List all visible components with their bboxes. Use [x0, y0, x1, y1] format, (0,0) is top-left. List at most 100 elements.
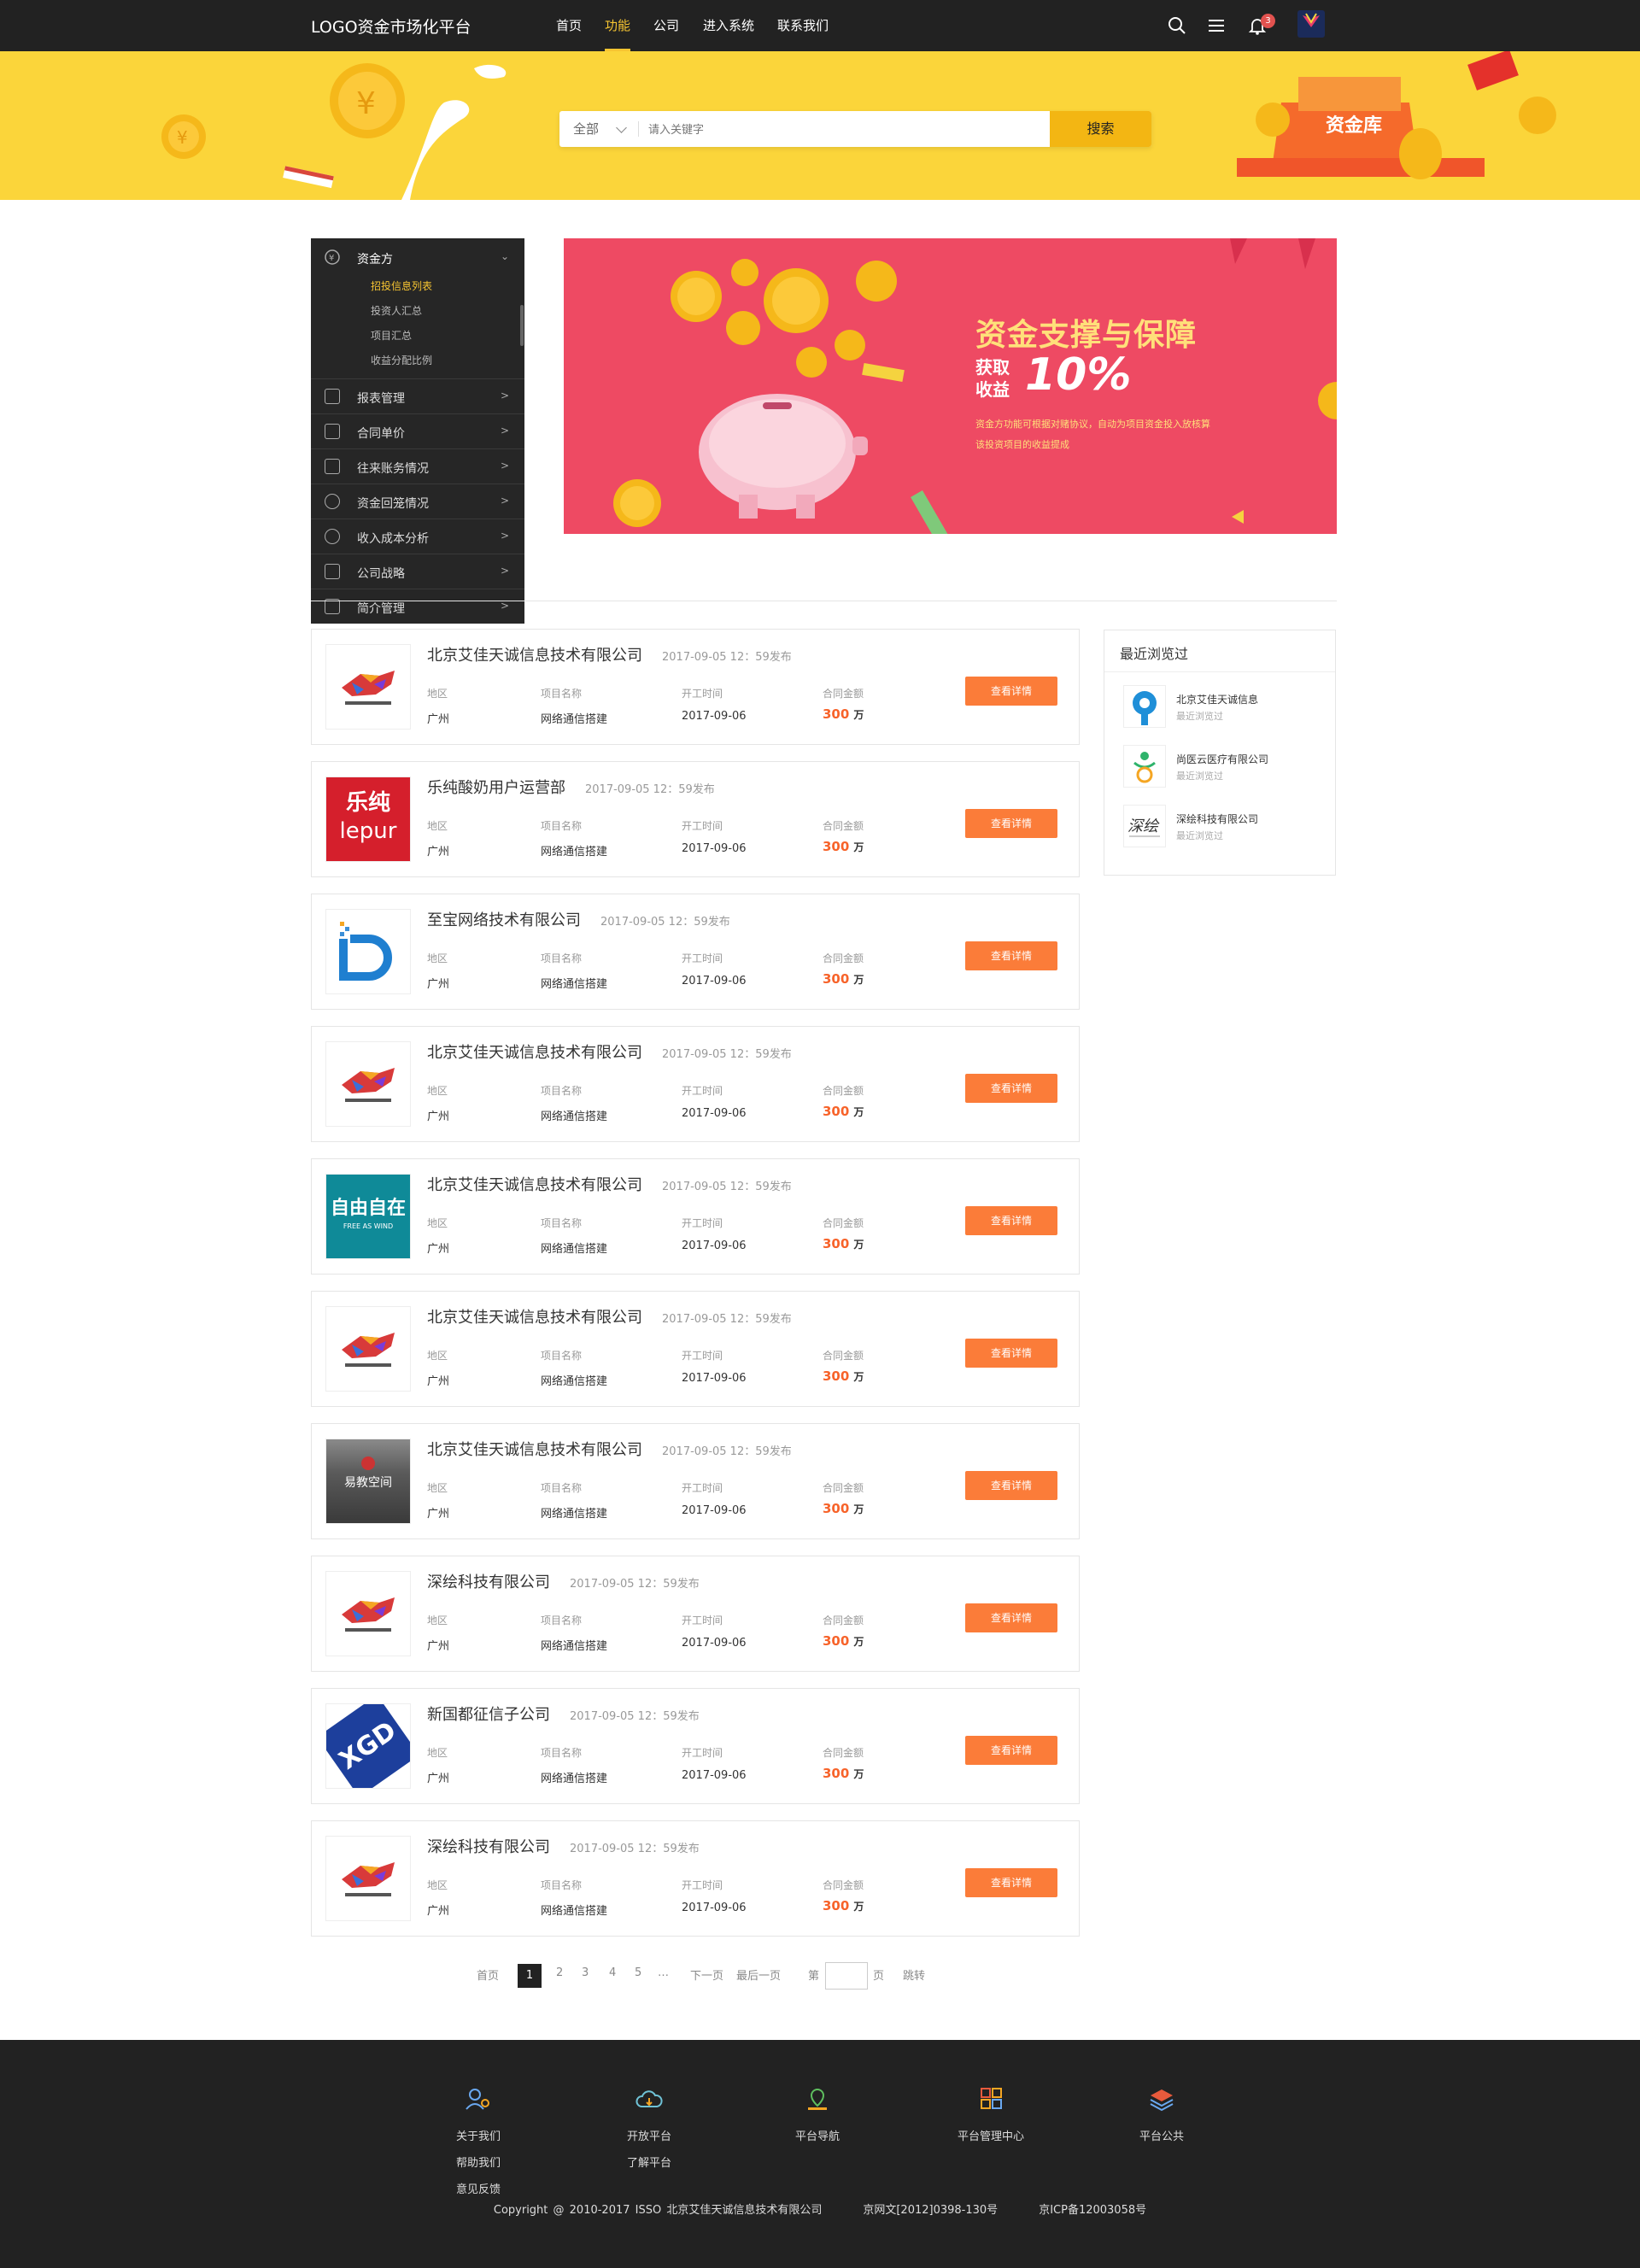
bid-card[interactable]: 易教空间 北京艾佳天诚信息技术有限公司 2017-09-05 12：59发布 地区 项目… [311, 1423, 1080, 1539]
amount-unit: 万 [853, 1503, 864, 1515]
sidebar-item-cost-analysis[interactable]: 收入成本分析 > [311, 519, 524, 554]
sidebar-item-accounts[interactable]: 往来账务情况 > [311, 448, 524, 483]
amount-label: 合同金额 [823, 820, 864, 832]
company-name[interactable]: 北京艾佳天诚信息技术有限公司 [427, 1040, 642, 1063]
footer-link[interactable]: 帮助我们 [419, 2150, 538, 2177]
sidebar-item-reports[interactable]: 报表管理 > [311, 378, 524, 413]
amount-value: 300 万 [823, 1501, 864, 1516]
bid-card[interactable]: 北京艾佳天诚信息技术有限公司 2017-09-05 12：59发布 地区 项目名称 开工… [311, 1026, 1080, 1142]
sidebar-item-contract-price[interactable]: 合同单价 > [311, 413, 524, 448]
recent-item[interactable]: 尚医云医疗有限公司 最近浏览过 [1123, 745, 1328, 793]
avatar-image [1303, 13, 1320, 27]
recent-item[interactable]: 北京艾佳天诚信息 最近浏览过 [1123, 685, 1328, 733]
nav-enter-system[interactable]: 进入系统 [703, 0, 754, 51]
footer-link[interactable]: 关于我们 [419, 2124, 538, 2150]
site-logo[interactable]: LOGO资金市场化平台 [311, 15, 472, 38]
footer-link[interactable]: 意见反馈 [419, 2177, 538, 2203]
recent-item[interactable]: 深绘 深绘科技有限公司 最近浏览过 [1123, 805, 1328, 853]
company-name[interactable]: 北京艾佳天诚信息技术有限公司 [427, 1173, 642, 1195]
bid-card[interactable]: 深绘科技有限公司 2017-09-05 12：59发布 地区 项目名称 开工时间 合同金额… [311, 1556, 1080, 1672]
page-current[interactable]: 1 [518, 1964, 542, 1988]
sidebar-item-intro[interactable]: 简介管理 > [311, 589, 524, 624]
layers-icon [1150, 2089, 1174, 2112]
view-detail-button[interactable]: 查看详情 [965, 941, 1057, 970]
bid-card[interactable]: 深绘科技有限公司 2017-09-05 12：59发布 地区 项目名称 开工时间 合同金额… [311, 1820, 1080, 1937]
view-detail-button[interactable]: 查看详情 [965, 1868, 1057, 1897]
view-detail-button[interactable]: 查看详情 [965, 677, 1057, 706]
page-next[interactable]: 下一页 [690, 1966, 723, 1983]
sidebar: ¥ 资金方 ⌄ 招投信息列表 投资人汇总 项目汇总 收益分配比例 报表管理 > 合… [311, 238, 524, 624]
page-first[interactable]: 首页 [477, 1966, 499, 1983]
region-value: 广州 [427, 1508, 450, 1521]
nav-features[interactable]: 功能 [605, 0, 631, 51]
view-detail-button[interactable]: 查看详情 [965, 1206, 1057, 1235]
page-3[interactable]: 3 [582, 1966, 589, 1979]
amount-value: 300 万 [823, 971, 864, 987]
sidebar-item-label: 资金回笼情况 [357, 497, 429, 511]
page-5[interactable]: 5 [635, 1966, 641, 1979]
search-input[interactable] [648, 111, 1050, 147]
company-name[interactable]: 深绘科技有限公司 [427, 1835, 550, 1857]
view-detail-button[interactable]: 查看详情 [965, 1736, 1057, 1765]
page-2[interactable]: 2 [556, 1966, 563, 1979]
view-detail-button[interactable]: 查看详情 [965, 1471, 1057, 1500]
avatar[interactable] [1297, 10, 1325, 38]
publish-date: 2017-09-05 12：59发布 [570, 1578, 700, 1591]
sidebar-subitem-projects[interactable]: 项目汇总 [371, 328, 412, 343]
nav-contact[interactable]: 联系我们 [777, 0, 829, 51]
menu-icon[interactable] [1204, 14, 1228, 38]
sidebar-item-funding-party[interactable]: ¥ 资金方 ⌄ [311, 238, 524, 274]
company-logo: 乐纯 lepur [325, 777, 411, 862]
sidebar-scrollbar[interactable] [520, 305, 524, 346]
bid-card[interactable]: 乐纯 lepur 乐纯酸奶用户运营部 2017-09-05 12：59发布 地区 项目名称… [311, 761, 1080, 877]
start-label: 开工时间 [682, 1747, 723, 1759]
copyright: Copyright @ 2010-2017 ISSO 北京艾佳天诚信息技术有限公… [0, 2201, 1640, 2217]
chevron-right-icon: > [500, 565, 509, 577]
company-logo [325, 644, 411, 730]
footer: 关于我们 帮助我们 意见反馈 开放平台 了解平台 平台导航 平台管理中心 平台公… [0, 2040, 1640, 2268]
view-detail-button[interactable]: 查看详情 [965, 1603, 1057, 1632]
amount-number: 300 [823, 1368, 850, 1384]
amount-label: 合同金额 [823, 1350, 864, 1362]
page-jump-button[interactable]: 跳转 [903, 1966, 925, 1983]
search-scope-select[interactable]: 全部 [573, 111, 599, 147]
nav-company[interactable]: 公司 [653, 0, 679, 51]
sidebar-subitem-bid-list[interactable]: 招投信息列表 [371, 278, 432, 293]
company-name[interactable]: 至宝网络技术有限公司 [427, 908, 581, 930]
footer-link[interactable]: 平台管理中心 [931, 2124, 1051, 2150]
bid-card[interactable]: 至宝网络技术有限公司 2017-09-05 12：59发布 地区 项目名称 开工时间 合同… [311, 894, 1080, 1010]
bid-card[interactable]: 北京艾佳天诚信息技术有限公司 2017-09-05 12：59发布 地区 项目名称 开工… [311, 1291, 1080, 1407]
sidebar-item-strategy[interactable]: 公司战略 > [311, 554, 524, 589]
footer-link[interactable]: 平台导航 [758, 2124, 877, 2150]
footer-link[interactable]: 了解平台 [589, 2150, 709, 2177]
chevron-down-icon[interactable] [616, 122, 627, 133]
sidebar-subitem-investors[interactable]: 投资人汇总 [371, 303, 422, 318]
amount-label: 合同金额 [823, 1217, 864, 1229]
sidebar-item-fund-return[interactable]: 资金回笼情况 > [311, 483, 524, 519]
company-name[interactable]: 北京艾佳天诚信息技术有限公司 [427, 1305, 642, 1327]
page-4[interactable]: 4 [609, 1966, 616, 1979]
footer-link[interactable]: 开放平台 [589, 2124, 709, 2150]
recent-item-sub: 最近浏览过 [1176, 771, 1223, 782]
project-label: 项目名称 [541, 952, 583, 964]
company-name[interactable]: 深绘科技有限公司 [427, 1570, 550, 1592]
company-name[interactable]: 北京艾佳天诚信息技术有限公司 [427, 1438, 642, 1460]
bid-card[interactable]: XGD 新国都征信子公司 2017-09-05 12：59发布 地区 项目名称 开工时间 合… [311, 1688, 1080, 1804]
footer-link[interactable]: 平台公共 [1102, 2124, 1221, 2150]
page-goto-input[interactable] [825, 1962, 868, 1990]
view-detail-button[interactable]: 查看详情 [965, 809, 1057, 838]
page-last[interactable]: 最后一页 [736, 1966, 781, 1983]
company-name[interactable]: 北京艾佳天诚信息技术有限公司 [427, 643, 642, 665]
view-detail-button[interactable]: 查看详情 [965, 1339, 1057, 1368]
promo-banner[interactable]: 资金支撑与保障 获取收益 10% 资金方功能可根据对赌协议，自动为项目资金投入放… [564, 238, 1337, 534]
nav-home[interactable]: 首页 [556, 0, 582, 51]
search-icon[interactable] [1165, 14, 1189, 38]
view-detail-button[interactable]: 查看详情 [965, 1074, 1057, 1103]
amount-number: 300 [823, 1898, 850, 1913]
bid-card[interactable]: 自由自在 FREE AS WIND 北京艾佳天诚信息技术有限公司 2017-09-05… [311, 1158, 1080, 1275]
bid-card[interactable]: 北京艾佳天诚信息技术有限公司 2017-09-05 12：59发布 地区 项目名称 开工… [311, 629, 1080, 745]
search-button[interactable]: 搜索 [1050, 111, 1151, 147]
company-name[interactable]: 乐纯酸奶用户运营部 [427, 776, 565, 798]
sidebar-subitem-revenue-ratio[interactable]: 收益分配比例 [371, 353, 432, 367]
company-name[interactable]: 新国都征信子公司 [427, 1702, 550, 1725]
